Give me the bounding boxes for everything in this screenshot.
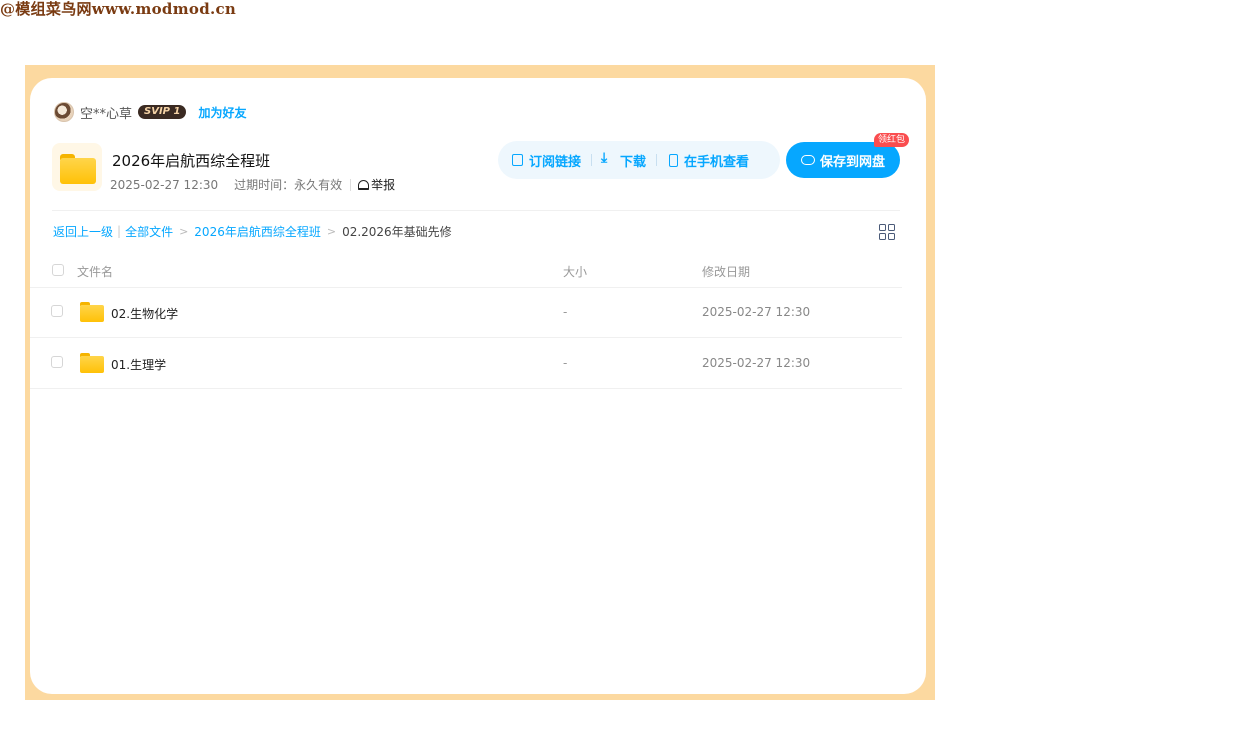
chevron-right-icon: >	[326, 224, 337, 238]
column-date[interactable]: 修改日期	[702, 263, 750, 280]
cloud-upload-icon	[800, 155, 815, 165]
column-size[interactable]: 大小	[563, 263, 587, 280]
breadcrumb-divider: |	[117, 224, 122, 238]
select-all-checkbox[interactable]	[52, 264, 64, 276]
bookmark-icon	[512, 154, 523, 166]
meta-divider	[350, 178, 352, 191]
breadcrumb-all-files[interactable]: 全部文件	[125, 223, 173, 240]
svip-badge: SVIP 1	[138, 105, 187, 119]
username: 空**心草	[80, 106, 133, 122]
mobile-label: 在手机查看	[684, 154, 750, 170]
red-packet-badge[interactable]: 领红包	[874, 133, 910, 147]
file-date: 2025-02-27 12:30	[702, 305, 811, 319]
row-divider	[30, 388, 902, 389]
file-name[interactable]: 02.生物化学	[111, 305, 178, 322]
divider	[52, 210, 900, 211]
breadcrumb: 返回上一级 | 全部文件 > 2026年启航西综全程班 > 02.2026年基础…	[53, 223, 452, 239]
share-title: 2026年启航西综全程班	[112, 152, 271, 170]
subscribe-button[interactable]: 订阅链接	[512, 151, 581, 170]
subscribe-label: 订阅链接	[529, 154, 582, 170]
table-header: 文件名 大小 修改日期	[30, 258, 900, 288]
file-date: 2025-02-27 12:30	[702, 356, 811, 370]
row-checkbox[interactable]	[51, 356, 63, 368]
action-divider	[591, 154, 593, 166]
download-button[interactable]: 下载	[601, 150, 647, 170]
folder-icon	[80, 302, 104, 322]
sharer-info: 空**心草 SVIP 1 加为好友	[54, 101, 246, 123]
chevron-right-icon: >	[179, 224, 189, 238]
report-button[interactable]: 举报	[358, 176, 395, 193]
alarm-icon	[358, 179, 370, 190]
action-divider	[656, 154, 658, 166]
share-card: 空**心草 SVIP 1 加为好友 2026年启航西综全程班 2025-02-2…	[30, 78, 926, 694]
file-size: -	[563, 356, 568, 370]
row-checkbox[interactable]	[51, 305, 63, 317]
column-name[interactable]: 文件名	[77, 263, 113, 280]
row-divider	[30, 337, 902, 338]
save-label: 保存到网盘	[819, 154, 885, 170]
grid-view-icon[interactable]	[879, 224, 895, 240]
folder-icon	[80, 353, 104, 373]
breadcrumb-current: 02.2026年基础先修	[342, 224, 452, 239]
add-friend-link[interactable]: 加为好友	[198, 104, 246, 121]
share-time: 2025-02-27 12:30	[110, 177, 219, 192]
watermark: @模组菜鸟网www.modmod.cn	[0, 0, 237, 18]
download-label: 下载	[620, 154, 647, 170]
file-name[interactable]: 01.生理学	[111, 356, 166, 373]
download-icon	[601, 150, 614, 166]
avatar[interactable]	[54, 102, 74, 122]
file-size: -	[563, 305, 568, 319]
share-meta: 2025-02-27 12:30 过期时间：永久有效 举报	[110, 176, 395, 193]
view-on-mobile-button[interactable]: 在手机查看	[669, 151, 749, 170]
table-row[interactable]: 01.生理学 - 2025-02-27 12:30	[30, 339, 902, 389]
save-to-drive-button[interactable]: 保存到网盘	[786, 142, 900, 178]
action-bar: 订阅链接 下载 在手机查看	[498, 141, 780, 179]
expire-text: 过期时间：永久有效	[234, 178, 343, 192]
breadcrumb-parent[interactable]: 2026年启航西综全程班	[194, 223, 321, 240]
table-row[interactable]: 02.生物化学 - 2025-02-27 12:30	[30, 288, 902, 338]
report-label: 举报	[371, 178, 396, 192]
phone-icon	[669, 153, 679, 167]
folder-icon	[52, 143, 102, 191]
breadcrumb-back[interactable]: 返回上一级	[53, 223, 113, 240]
